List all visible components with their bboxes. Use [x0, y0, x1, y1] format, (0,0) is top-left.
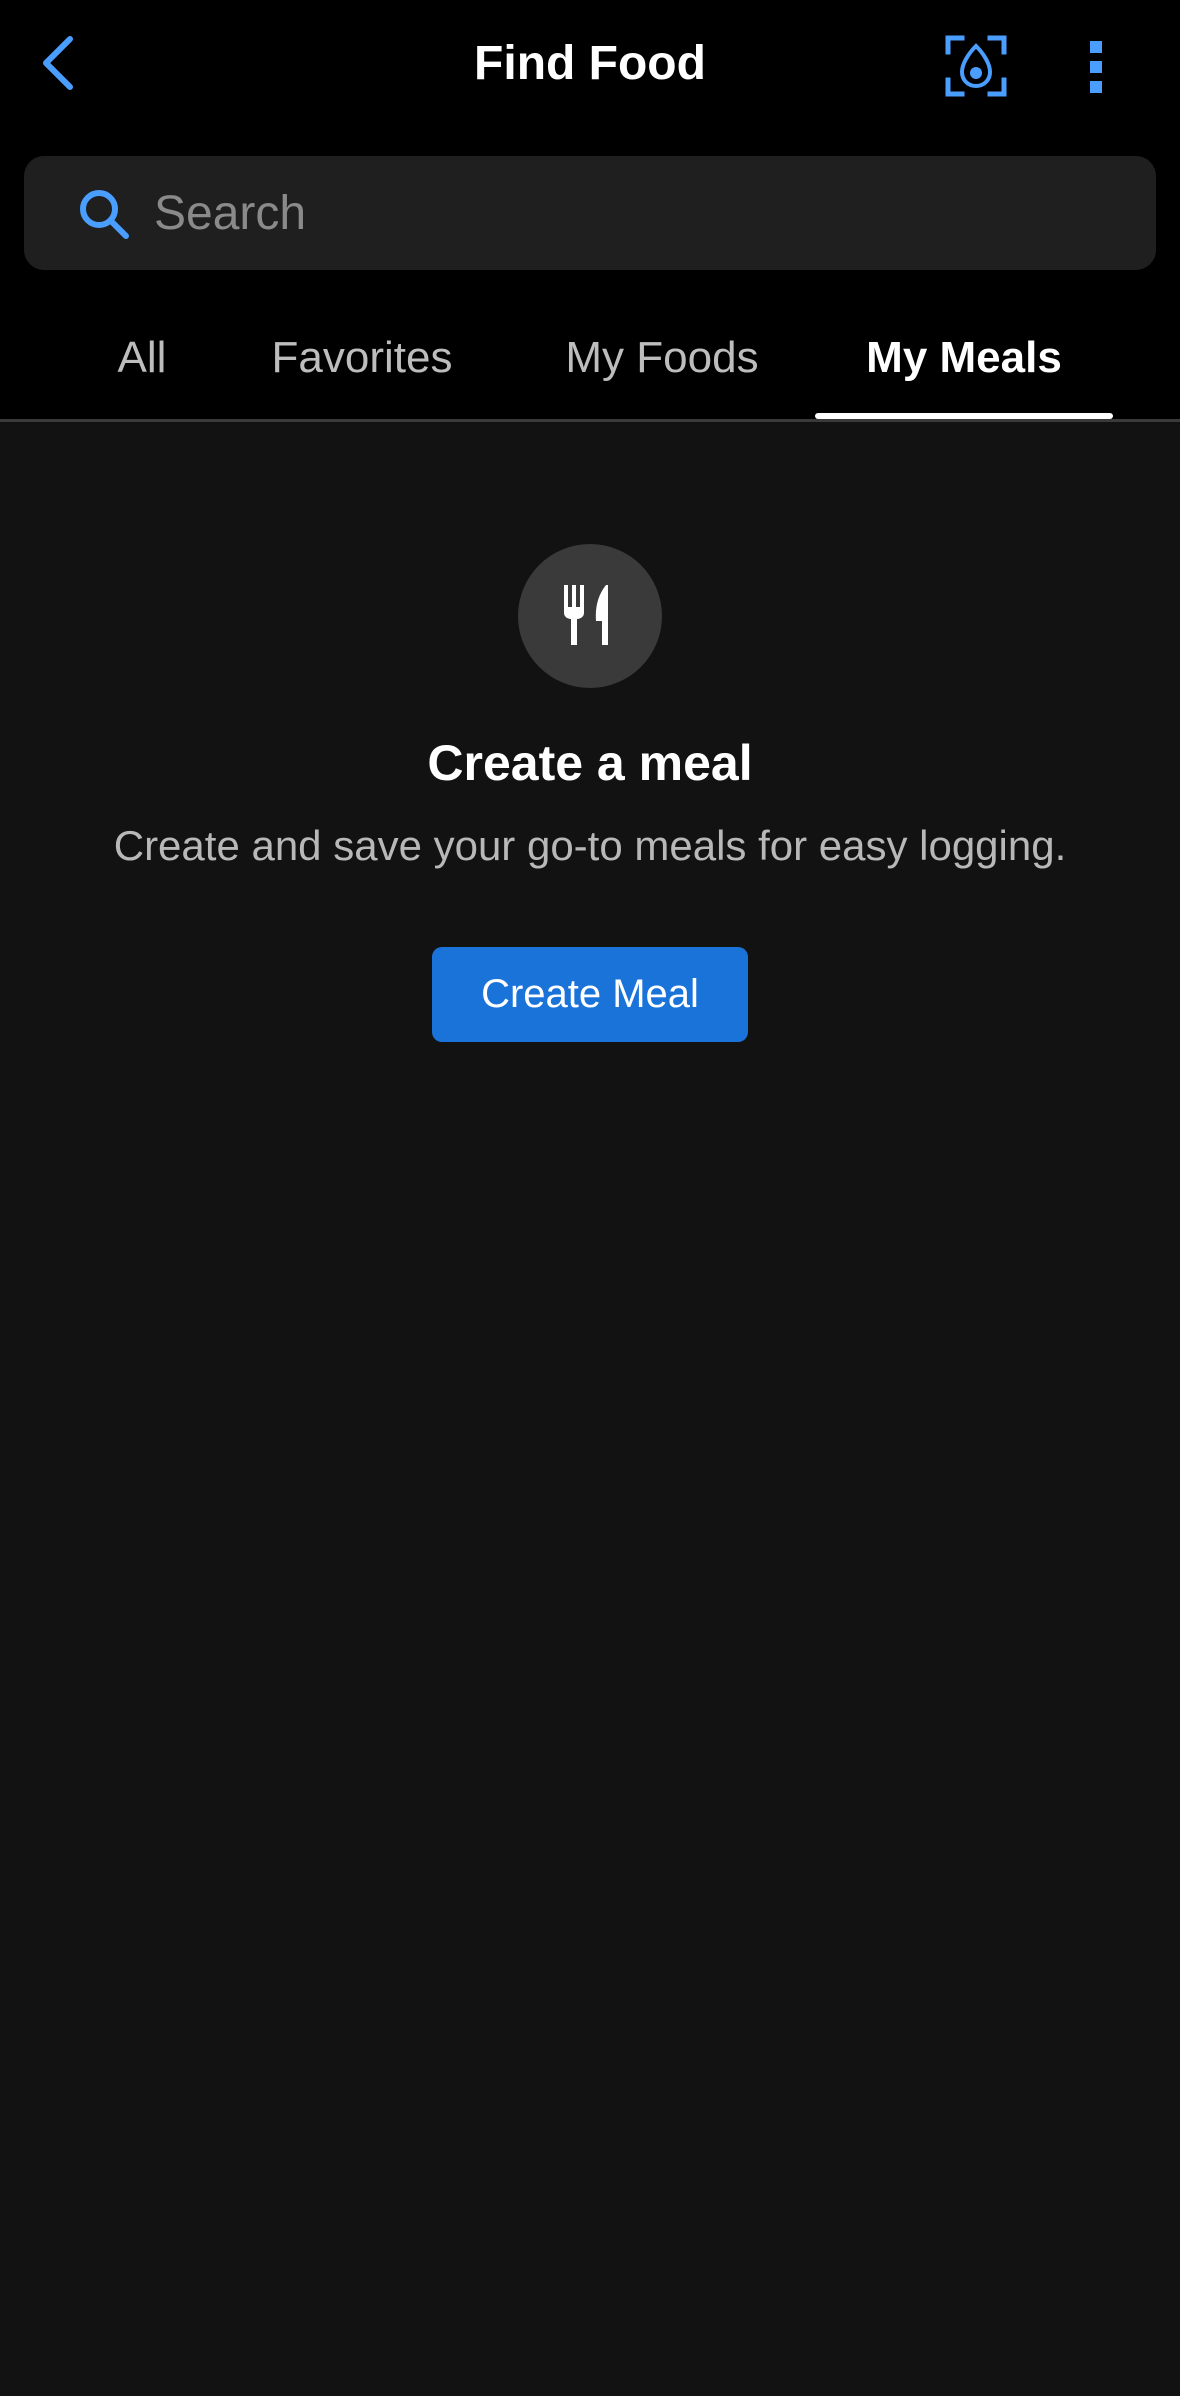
meal-icon-badge: [518, 544, 662, 688]
tab-my-foods[interactable]: My Foods: [544, 310, 780, 418]
create-meal-button[interactable]: Create Meal: [432, 947, 748, 1042]
search-bar[interactable]: [24, 156, 1156, 270]
more-options-button[interactable]: [1070, 32, 1122, 102]
app-header: Find Food: [0, 0, 1180, 132]
tab-bar: All Favorites My Foods My Meals: [0, 310, 1180, 420]
tab-my-meals[interactable]: My Meals: [815, 310, 1113, 418]
empty-state-title: Create a meal: [427, 735, 753, 791]
tab-favorites[interactable]: Favorites: [246, 310, 478, 418]
tabs-divider: [0, 419, 1180, 422]
search-icon: [80, 190, 129, 239]
back-button[interactable]: [28, 28, 88, 98]
tab-all[interactable]: All: [90, 310, 194, 418]
search-input[interactable]: [154, 156, 1134, 270]
avocado-scan-icon: [945, 35, 1007, 97]
chevron-left-icon: [43, 36, 73, 90]
empty-state-description: Create and save your go-to meals for eas…: [113, 822, 1067, 869]
fork-knife-icon: [564, 585, 608, 645]
vertical-dots-icon: [1090, 41, 1102, 93]
scan-food-button[interactable]: [944, 34, 1008, 98]
